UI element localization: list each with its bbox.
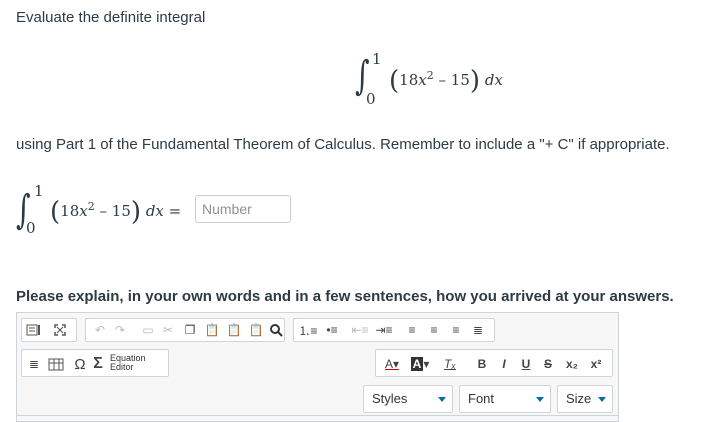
chevron-down-icon <box>598 397 606 402</box>
chevron-down-icon <box>438 397 446 402</box>
toolbar-group-view <box>21 318 77 342</box>
special-char-icon[interactable]: Ω <box>70 353 90 375</box>
font-label: Font <box>468 391 495 406</box>
background-color-icon[interactable]: A ▾ <box>410 353 430 375</box>
styles-dropdown[interactable]: Styles <box>363 385 453 413</box>
lower-limit: 0 <box>26 219 36 237</box>
paste-text-icon[interactable]: 📋 <box>224 319 244 341</box>
source-icon[interactable] <box>24 319 44 341</box>
fullscreen-icon[interactable] <box>50 319 70 341</box>
italic-button[interactable]: I <box>494 353 514 375</box>
integrand: (18x2 – 15) dx <box>389 66 503 96</box>
cut-icon[interactable]: ✂ <box>158 319 178 341</box>
integral-display: ∫ 1 0 (18x2 – 15) dx <box>355 50 525 108</box>
upper-limit: 1 <box>34 182 44 200</box>
text-color-icon[interactable]: A▾ <box>382 353 402 375</box>
bulleted-list-icon[interactable]: •≡ <box>322 319 342 341</box>
indent-icon[interactable]: ⇥≡ <box>374 319 394 341</box>
toolbar-group-paragraph: ⒈≡ •≡ ⇤≡ ⇥≡ ≡ ≡ ≡ ≣ <box>293 318 495 342</box>
toolbar-group-insert: ≣ Ω Σ Equation Editor <box>21 349 169 377</box>
explain-prompt: Please explain, in your own words and in… <box>16 288 674 305</box>
undo-icon[interactable]: ↶ <box>90 319 110 341</box>
align-right-icon[interactable]: ≡ <box>446 319 466 341</box>
remove-format-icon[interactable]: Tₓ <box>440 353 460 375</box>
redo-icon[interactable]: ↷ <box>110 319 130 341</box>
differential: dx <box>484 71 503 89</box>
answer-number-input[interactable] <box>195 195 291 223</box>
ftc-instruction: using Part 1 of the Fundamental Theorem … <box>16 136 670 153</box>
styles-label: Styles <box>372 391 408 406</box>
differential: dx <box>145 202 164 220</box>
rich-text-editor: ↶ ↷ ▭ ✂ ❐ 📋 📋 📋 ⒈≡ •≡ ⇤≡ ⇥≡ ≡ ≡ ≡ ≣ ≣ Ω … <box>16 312 619 422</box>
align-center-icon[interactable]: ≡ <box>424 319 444 341</box>
underline-button[interactable]: U <box>516 353 536 375</box>
table-icon[interactable] <box>46 353 66 375</box>
integrand: (18x2 – 15) dx = <box>50 197 182 227</box>
horizontal-line-icon[interactable]: ≣ <box>24 353 44 375</box>
size-label: Size <box>566 391 592 406</box>
bold-button[interactable]: B <box>472 353 492 375</box>
upper-limit: 1 <box>372 50 382 68</box>
align-left-icon[interactable]: ≡ <box>402 319 422 341</box>
font-dropdown[interactable]: Font <box>459 385 551 413</box>
toolbar-row-2: ≣ Ω Σ Equation Editor A▾ A ▾ Tₓ B I U S x… <box>21 349 613 377</box>
toolbar-group-edit: ↶ ↷ ▭ ✂ ❐ 📋 📋 📋 <box>85 318 285 342</box>
find-icon[interactable] <box>266 319 286 341</box>
equation-editor-icon[interactable]: Σ <box>88 353 108 375</box>
lower-limit: 0 <box>366 90 376 108</box>
strikethrough-button[interactable]: S <box>538 353 558 375</box>
question-prompt: Evaluate the definite integral <box>16 9 206 26</box>
editor-divider <box>17 415 618 416</box>
subscript-button[interactable]: x₂ <box>562 353 582 375</box>
equals-sign: = <box>168 202 182 220</box>
chevron-down-icon <box>536 397 544 402</box>
justify-icon[interactable]: ≣ <box>468 319 488 341</box>
outdent-icon[interactable]: ⇤≡ <box>350 319 370 341</box>
copy-icon[interactable]: ❐ <box>180 319 200 341</box>
toolbar-group-format: A▾ A ▾ Tₓ B I U S x₂ x² <box>375 349 613 377</box>
paste-word-icon[interactable]: 📋 <box>246 319 266 341</box>
size-dropdown[interactable]: Size <box>557 385 613 413</box>
new-page-icon[interactable]: ▭ <box>138 319 158 341</box>
numbered-list-icon[interactable]: ⒈≡ <box>298 319 318 341</box>
superscript-button[interactable]: x² <box>586 353 606 375</box>
paste-icon[interactable]: 📋 <box>202 319 222 341</box>
equation-editor-button[interactable]: Equation Editor <box>110 354 146 372</box>
